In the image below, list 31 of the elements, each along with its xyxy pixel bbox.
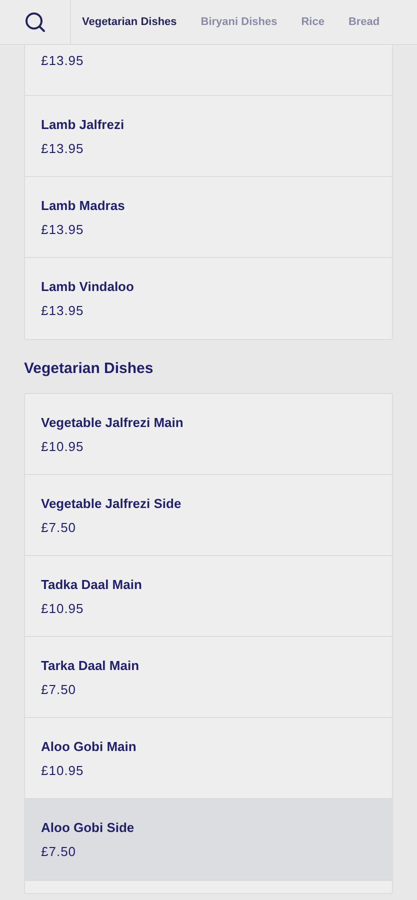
menu-item[interactable]: Aloo Gobi Side £7.50 <box>25 799 392 880</box>
dish-price: £10.95 <box>41 763 85 779</box>
dish-name: Vegetable Jalfrezi Side <box>41 496 182 512</box>
dish-name: Tadka Daal Main <box>41 577 143 593</box>
category-tab[interactable]: Vegetarian Dishes <box>82 16 177 28</box>
dish-price: £7.50 <box>41 844 78 860</box>
dish-price: £13.95 <box>41 53 85 69</box>
menu-item[interactable]: Lamb Vindaloo £13.95 <box>25 258 392 339</box>
menu-item[interactable]: Lamb Jalfrezi £13.95 <box>25 96 392 177</box>
menu-item[interactable]: Vegetable Jalfrezi Main £10.95 <box>25 394 392 475</box>
dish-price: £13.95 <box>41 141 85 157</box>
dish-name: Aloo Gobi Main <box>41 739 138 755</box>
menu-item[interactable]: Tarka Daal Main £7.50 <box>25 637 392 718</box>
dish-name: Lamb Madras <box>41 198 126 214</box>
menu-item[interactable]: Tadka Daal Main £10.95 <box>25 556 392 637</box>
section-heading: Vegetarian Dishes <box>24 359 154 379</box>
search-icon[interactable] <box>24 11 46 33</box>
menu-item[interactable]: Lamb Madras £13.95 <box>25 177 392 258</box>
dish-price: £7.50 <box>41 682 78 698</box>
dish-name: Vegetable Jalfrezi Main <box>41 415 184 431</box>
menu-item[interactable]: Vegetable Jalfrezi Side £7.50 <box>25 475 392 556</box>
dish-name: Aloo Gobi Side <box>41 820 136 836</box>
dish-price: £7.50 <box>41 520 78 536</box>
dish-price: £10.95 <box>41 601 85 617</box>
dish-price: £13.95 <box>41 303 85 319</box>
dish-price: £10.95 <box>41 439 85 455</box>
dish-name: Lamb Jalfrezi <box>41 117 126 133</box>
dish-name: Tarka Daal Main <box>41 658 140 674</box>
dish-name: Lamb Vindaloo <box>41 279 135 295</box>
menu-item[interactable]: £13.95 <box>25 45 392 96</box>
dish-price: £13.95 <box>41 222 85 238</box>
